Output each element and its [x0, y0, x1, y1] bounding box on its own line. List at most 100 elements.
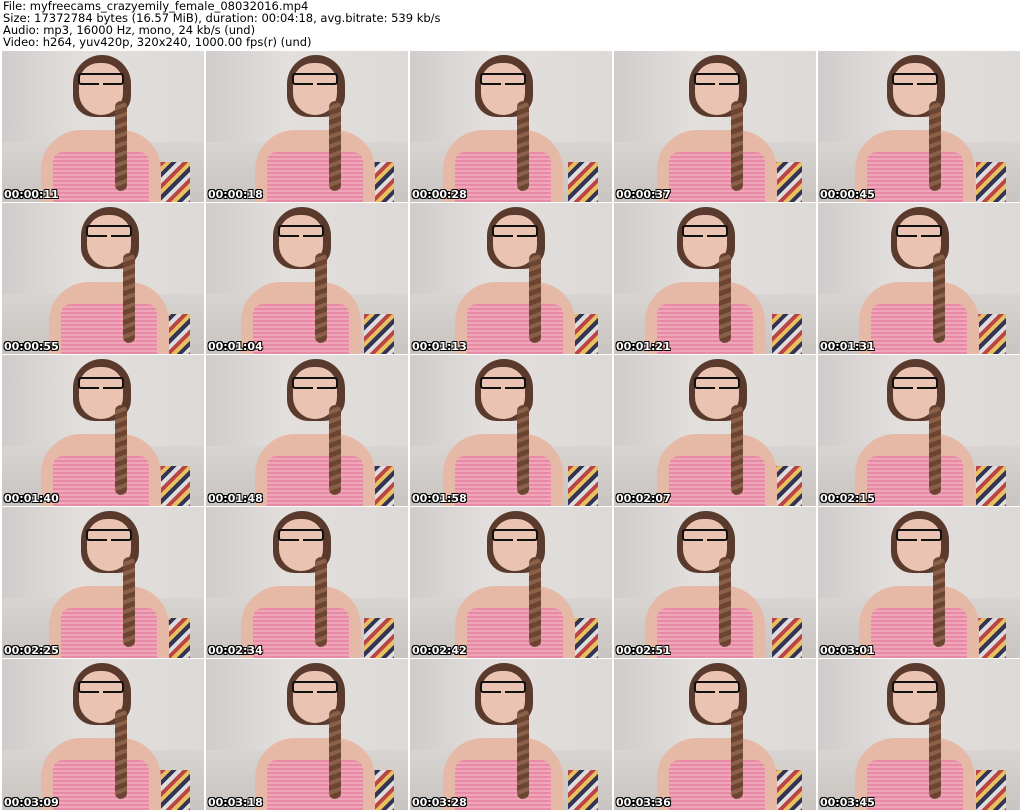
- video-thumbnail: 00:00:37: [614, 51, 816, 202]
- pink-top: [657, 608, 753, 658]
- braid: [731, 709, 743, 799]
- braid: [929, 405, 941, 495]
- person-figure: [618, 659, 816, 810]
- pink-top: [867, 456, 963, 506]
- video-thumbnail: 00:01:21: [614, 203, 816, 354]
- braid: [123, 557, 135, 647]
- video-thumbnail: 00:01:31: [818, 203, 1020, 354]
- person-figure: [416, 203, 612, 354]
- person-figure: [818, 355, 1018, 506]
- glasses: [86, 529, 132, 541]
- timestamp: 00:02:07: [616, 492, 671, 505]
- video-thumbnail: 00:00:45: [818, 51, 1020, 202]
- pink-top: [455, 456, 551, 506]
- video-thumbnail: 00:02:34: [206, 507, 408, 658]
- braid: [529, 557, 541, 647]
- glasses: [492, 529, 538, 541]
- braid: [315, 557, 327, 647]
- timestamp: 00:02:42: [412, 644, 467, 657]
- glasses: [86, 225, 132, 237]
- glasses: [292, 377, 338, 389]
- braid: [315, 253, 327, 343]
- pink-top: [871, 608, 967, 658]
- video-thumbnail: 00:00:55: [2, 203, 204, 354]
- pink-top: [53, 760, 149, 810]
- timestamp: 00:03:45: [820, 796, 875, 809]
- person-figure: [206, 507, 404, 658]
- braid: [719, 557, 731, 647]
- pink-top: [267, 760, 363, 810]
- pink-top: [657, 304, 753, 354]
- pink-top: [467, 608, 563, 658]
- timestamp: 00:00:45: [820, 188, 875, 201]
- timestamp: 00:00:55: [4, 340, 59, 353]
- video-thumbnail: 00:01:04: [206, 203, 408, 354]
- glasses: [278, 225, 324, 237]
- video-thumbnail: 00:02:42: [410, 507, 612, 658]
- pink-top: [669, 456, 765, 506]
- file-info-header: File: myfreecams_crazyemily_female_08032…: [3, 0, 441, 48]
- glasses: [682, 225, 728, 237]
- video-thumbnail: 00:03:28: [410, 659, 612, 810]
- timestamp: 00:02:25: [4, 644, 59, 657]
- glasses: [896, 529, 942, 541]
- timestamp: 00:03:36: [616, 796, 671, 809]
- video-thumbnail: 00:01:58: [410, 355, 612, 506]
- timestamp: 00:01:21: [616, 340, 671, 353]
- pink-top: [53, 152, 149, 202]
- braid: [933, 557, 945, 647]
- braid: [115, 405, 127, 495]
- person-figure: [618, 51, 816, 202]
- timestamp: 00:03:18: [208, 796, 263, 809]
- video-thumbnail: 00:03:36: [614, 659, 816, 810]
- person-figure: [2, 51, 204, 202]
- timestamp: 00:03:01: [820, 644, 875, 657]
- glasses: [892, 377, 938, 389]
- glasses: [292, 73, 338, 85]
- glasses: [278, 529, 324, 541]
- pink-top: [53, 456, 149, 506]
- glasses: [292, 681, 338, 693]
- glasses: [694, 681, 740, 693]
- pink-top: [253, 608, 349, 658]
- pink-top: [871, 304, 967, 354]
- braid: [115, 709, 127, 799]
- pink-top: [867, 152, 963, 202]
- glasses: [78, 681, 124, 693]
- person-figure: [820, 203, 1020, 354]
- person-figure: [614, 507, 808, 658]
- braid: [731, 101, 743, 191]
- glasses: [480, 681, 526, 693]
- person-figure: [216, 51, 408, 202]
- pink-top: [61, 304, 157, 354]
- pink-top: [669, 152, 765, 202]
- glasses: [892, 681, 938, 693]
- timestamp: 00:00:11: [4, 188, 59, 201]
- person-figure: [2, 659, 204, 810]
- glasses: [694, 377, 740, 389]
- timestamp: 00:01:48: [208, 492, 263, 505]
- timestamp: 00:00:37: [616, 188, 671, 201]
- braid: [329, 709, 341, 799]
- video-thumbnail: 00:00:18: [206, 51, 408, 202]
- glasses: [480, 73, 526, 85]
- person-figure: [416, 507, 612, 658]
- timestamp: 00:02:51: [616, 644, 671, 657]
- person-figure: [818, 659, 1018, 810]
- timestamp: 00:03:09: [4, 796, 59, 809]
- person-figure: [410, 355, 606, 506]
- pink-top: [455, 152, 551, 202]
- braid: [719, 253, 731, 343]
- person-figure: [410, 659, 606, 810]
- video-thumbnail: 00:02:15: [818, 355, 1020, 506]
- video-thumbnail: 00:02:51: [614, 507, 816, 658]
- braid: [529, 253, 541, 343]
- person-figure: [216, 355, 408, 506]
- timestamp: 00:02:34: [208, 644, 263, 657]
- video-thumbnail: 00:03:01: [818, 507, 1020, 658]
- video-thumbnail: 00:03:09: [2, 659, 204, 810]
- timestamp: 00:01:58: [412, 492, 467, 505]
- video-thumbnail: 00:01:48: [206, 355, 408, 506]
- pink-top: [467, 304, 563, 354]
- person-figure: [2, 355, 204, 506]
